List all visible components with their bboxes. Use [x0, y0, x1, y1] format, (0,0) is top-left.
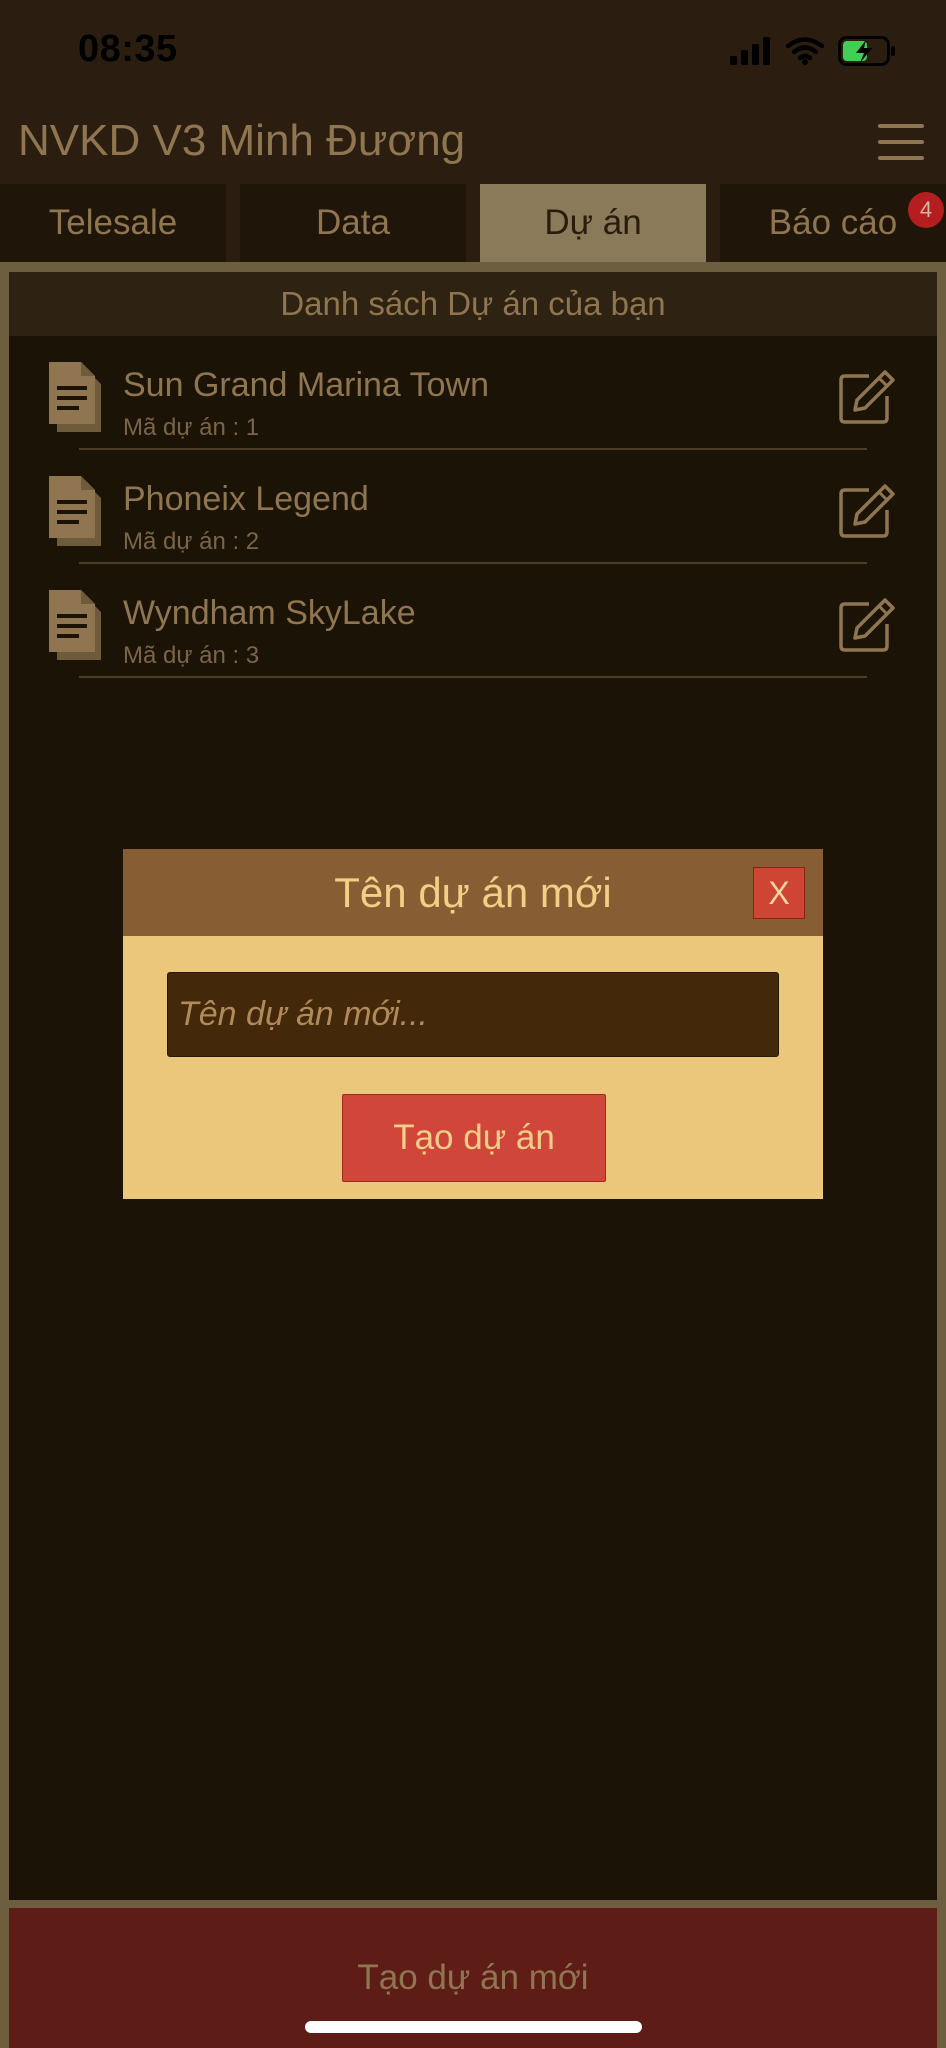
project-name: Sun Grand Marina Town: [123, 366, 490, 404]
signal-icon: [730, 37, 770, 65]
project-item[interactable]: Wyndham SkyLake Mã dự án : 3: [9, 564, 937, 678]
menu-button[interactable]: [878, 124, 924, 160]
document-icon: [49, 590, 101, 660]
dialog-title: Tên dự án mới: [334, 868, 612, 916]
notification-badge: 4: [908, 192, 944, 228]
tab-label: Data: [316, 203, 390, 242]
item-divider: [79, 676, 867, 678]
project-name: Phoneix Legend: [123, 480, 369, 518]
edit-icon[interactable]: [839, 370, 895, 424]
edit-icon[interactable]: [839, 598, 895, 652]
tab-du-an[interactable]: Dự án: [480, 184, 706, 262]
document-icon: [49, 476, 101, 546]
document-icon: [49, 362, 101, 432]
project-code: Mã dự án : 2: [123, 528, 260, 555]
edit-icon[interactable]: [839, 484, 895, 538]
project-name: Wyndham SkyLake: [123, 594, 416, 632]
tab-telesale[interactable]: Telesale: [0, 184, 226, 262]
tab-bao-cao[interactable]: Báo cáo 4: [720, 184, 946, 262]
submit-create-project-button[interactable]: Tạo dự án: [342, 1094, 606, 1182]
project-item[interactable]: Phoneix Legend Mã dự án : 2: [9, 450, 937, 564]
tab-bar: Telesale Data Dự án Báo cáo 4: [0, 184, 946, 262]
app-title: NVKD V3 Minh Đương: [18, 116, 466, 165]
status-time: 08:35: [78, 28, 178, 70]
tab-label: Báo cáo: [768, 203, 898, 242]
tab-label: Telesale: [48, 203, 178, 242]
project-name-input[interactable]: [167, 972, 779, 1057]
close-button[interactable]: X: [753, 867, 805, 919]
tab-label: Dự án: [544, 203, 642, 242]
status-icons: [730, 34, 896, 68]
dialog-header: Tên dự án mới X: [123, 849, 823, 936]
new-project-dialog: Tên dự án mới X Tạo dự án: [123, 849, 823, 1199]
battery-charging-icon: [838, 36, 895, 66]
project-item[interactable]: Sun Grand Marina Town Mã dự án : 1: [9, 336, 937, 450]
home-indicator[interactable]: [305, 2021, 642, 2033]
project-code: Mã dự án : 1: [123, 414, 260, 441]
list-header: Danh sách Dự án của bạn: [9, 272, 937, 336]
tab-data[interactable]: Data: [240, 184, 466, 262]
status-bar: 08:35: [0, 0, 946, 100]
project-code: Mã dự án : 3: [123, 642, 260, 669]
app-header: NVKD V3 Minh Đương: [0, 100, 946, 184]
hamburger-icon: [878, 124, 924, 160]
wifi-icon: [786, 37, 824, 65]
